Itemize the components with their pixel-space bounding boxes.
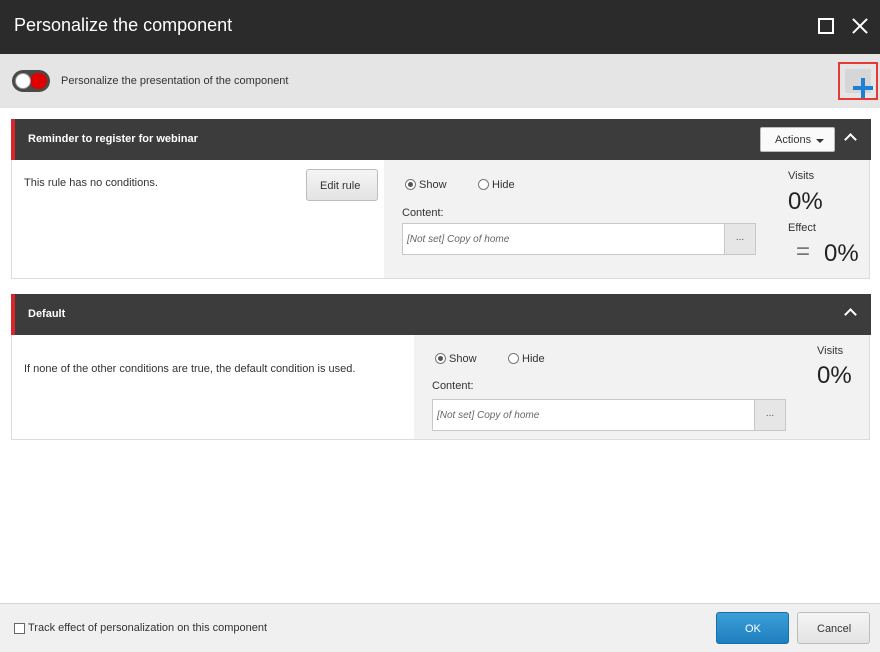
- browse-button[interactable]: ...: [724, 224, 755, 254]
- effect-sign: =: [796, 238, 811, 265]
- maximize-icon[interactable]: [818, 18, 834, 34]
- cancel-label: Cancel: [817, 623, 852, 635]
- rule-body: This rule has no conditions. Edit rule S…: [12, 160, 869, 278]
- effect-value: 0%: [824, 240, 859, 267]
- rule-panel-webinar: Reminder to register for webinar Actions…: [11, 119, 871, 279]
- rule-header: Reminder to register for webinar Actions: [11, 119, 871, 160]
- visits-value: 0%: [817, 362, 852, 389]
- content-field[interactable]: [Not set] Copy of home ...: [432, 399, 786, 431]
- hide-radio[interactable]: [508, 353, 519, 364]
- personalize-toggle-bar: Personalize the presentation of the comp…: [0, 54, 880, 108]
- rule-content-panel: Show Hide Content: [Not set] Copy of hom…: [384, 160, 869, 278]
- show-label: Show: [449, 353, 477, 365]
- show-radio[interactable]: [435, 353, 446, 364]
- rule-header: Default: [11, 294, 871, 335]
- condition-text: This rule has no conditions.: [24, 177, 158, 189]
- hide-label: Hide: [492, 179, 515, 191]
- rule-content-panel: Show Hide Content: [Not set] Copy of hom…: [414, 335, 869, 439]
- actions-dropdown-button[interactable]: Actions: [760, 127, 835, 152]
- toggle-on-indicator: [30, 73, 47, 89]
- chevron-up-icon[interactable]: [843, 131, 859, 143]
- add-rule-button[interactable]: [838, 62, 878, 100]
- visits-label: Visits: [788, 170, 815, 182]
- track-effect-label: Track effect of personalization on this …: [28, 622, 268, 634]
- plus-icon-vertical: [861, 78, 865, 98]
- content-label: Content:: [402, 207, 444, 219]
- ok-button[interactable]: OK: [716, 612, 789, 644]
- rule-name: Default: [28, 308, 66, 320]
- content-value: [Not set] Copy of home: [437, 410, 540, 421]
- rule-body: If none of the other conditions are true…: [12, 335, 869, 439]
- actions-label: Actions: [775, 134, 812, 146]
- visits-value: 0%: [788, 188, 823, 215]
- track-effect-checkbox[interactable]: [14, 623, 25, 634]
- dialog-footer: Track effect of personalization on this …: [0, 603, 880, 652]
- ok-label: OK: [745, 623, 761, 635]
- hide-label: Hide: [522, 353, 545, 365]
- show-label: Show: [419, 179, 447, 191]
- dialog-title: Personalize the component: [14, 15, 233, 35]
- effect-label: Effect: [788, 222, 816, 234]
- rule-name: Reminder to register for webinar: [28, 133, 198, 145]
- personalize-toggle-label: Personalize the presentation of the comp…: [61, 75, 289, 87]
- close-icon[interactable]: [849, 14, 871, 38]
- hide-radio[interactable]: [478, 179, 489, 190]
- show-radio[interactable]: [405, 179, 416, 190]
- rule-panel-default: Default If none of the other conditions …: [11, 294, 871, 440]
- content-field[interactable]: [Not set] Copy of home ...: [402, 223, 756, 255]
- add-rule-button-face: [845, 69, 873, 98]
- toggle-knob: [15, 73, 31, 89]
- content-value: [Not set] Copy of home: [407, 234, 510, 245]
- chevron-up-icon[interactable]: [843, 306, 859, 318]
- edit-rule-label: Edit rule: [320, 180, 361, 192]
- dialog-titlebar: Personalize the component: [0, 0, 880, 54]
- caret-down-icon: [816, 139, 824, 143]
- condition-text: If none of the other conditions are true…: [24, 363, 356, 375]
- visits-label: Visits: [817, 345, 844, 357]
- edit-rule-button[interactable]: Edit rule: [306, 169, 378, 201]
- cancel-button[interactable]: Cancel: [797, 612, 870, 644]
- personalize-toggle[interactable]: [12, 70, 50, 92]
- content-label: Content:: [432, 380, 474, 392]
- browse-button[interactable]: ...: [754, 400, 785, 430]
